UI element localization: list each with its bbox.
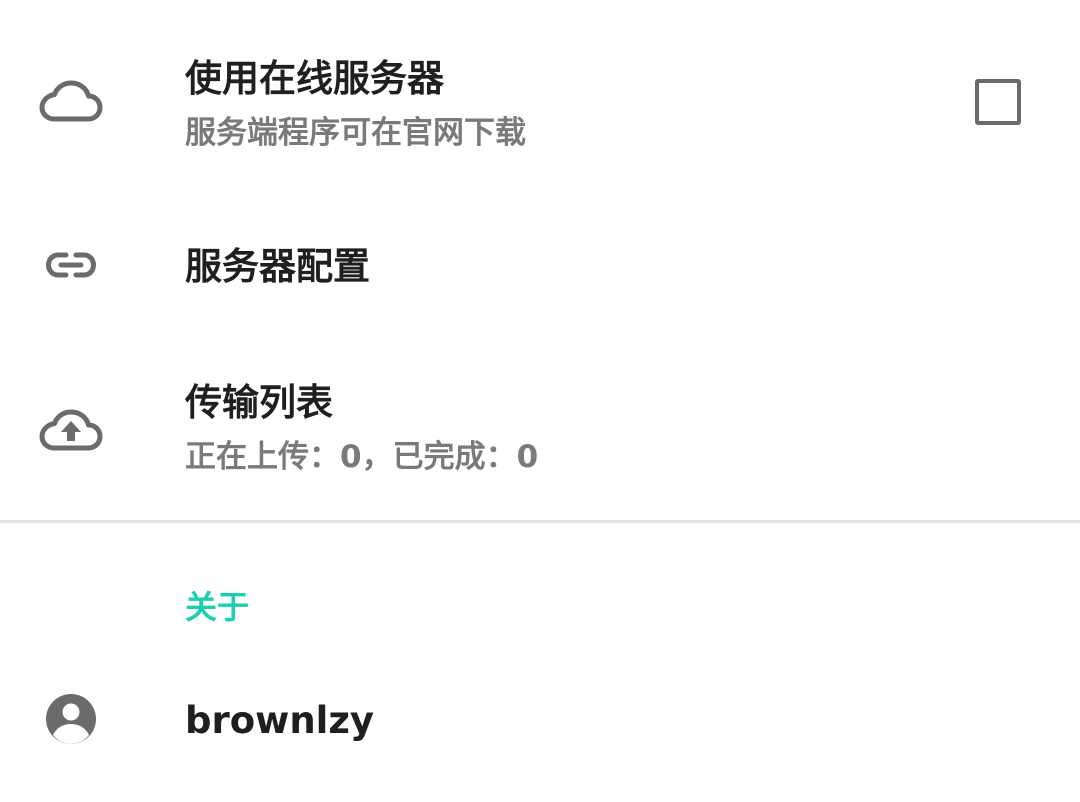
about-section-header: 关于 bbox=[185, 588, 250, 626]
online-server-setting[interactable]: 使用在线服务器 服务端程序可在官网下载 bbox=[0, 0, 1080, 200]
cloud-icon bbox=[38, 74, 104, 128]
server-config-title: 服务器配置 bbox=[185, 245, 370, 288]
online-server-checkbox[interactable] bbox=[975, 79, 1021, 125]
online-server-title: 使用在线服务器 bbox=[185, 57, 444, 100]
online-server-subtitle: 服务端程序可在官网下载 bbox=[185, 115, 526, 151]
transfer-list-title: 传输列表 bbox=[185, 381, 333, 424]
cloud-upload-icon bbox=[38, 405, 104, 455]
transfer-list-setting[interactable]: 传输列表 正在上传：0，已完成：0 bbox=[0, 335, 1080, 520]
section-divider bbox=[0, 520, 1080, 523]
account-circle-icon bbox=[38, 692, 104, 746]
transfer-list-subtitle: 正在上传：0，已完成：0 bbox=[185, 439, 539, 475]
link-icon bbox=[38, 248, 104, 282]
author-name: brownlzy bbox=[185, 699, 375, 742]
author-item[interactable]: brownlzy bbox=[0, 660, 1080, 780]
server-config-setting[interactable]: 服务器配置 bbox=[0, 200, 1080, 335]
